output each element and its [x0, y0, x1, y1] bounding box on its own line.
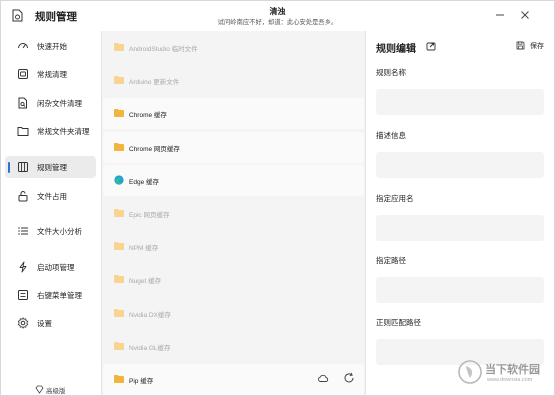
- description-label: 描述信息: [376, 131, 406, 140]
- sidebar-item-label: 闲杂文件清理: [37, 99, 82, 108]
- rule-label: NPM 缓存: [129, 245, 159, 253]
- rule-label: Nuget 缓存: [129, 278, 162, 286]
- rule-item[interactable]: Nuget 缓存: [103, 264, 364, 295]
- folder-icon: [114, 109, 124, 118]
- sidebar-item-rules[interactable]: 规则管理: [5, 156, 96, 178]
- list-icon: [18, 227, 28, 235]
- context-menu-icon: [18, 290, 28, 300]
- rule-label: Epic 网页缓存: [129, 212, 170, 219]
- rule-name-label: 规则名称: [376, 68, 406, 77]
- rule-label: Arduino 更新文件: [129, 79, 180, 87]
- close-button[interactable]: [518, 8, 532, 22]
- file-scan-icon: [18, 97, 27, 109]
- rules-grid-icon: [18, 162, 28, 172]
- rule-name-input[interactable]: [376, 89, 544, 115]
- sidebar-item-label: 右键菜单管理: [37, 291, 82, 300]
- sidebar-item-label: 文件大小分析: [37, 227, 82, 236]
- rule-item[interactable]: Edge 缓存: [103, 164, 364, 196]
- export-icon[interactable]: [426, 41, 436, 51]
- rule-label: Chrome 缓存: [129, 112, 167, 120]
- folder-icon: [114, 76, 124, 85]
- watermark-logo-icon: [458, 360, 482, 384]
- sidebar-item-label: 常规文件夹清理: [37, 127, 90, 136]
- save-label: 保存: [530, 43, 544, 50]
- save-icon: [516, 41, 525, 50]
- save-button[interactable]: 保存: [516, 40, 552, 52]
- rule-label: Pip 缓存: [129, 378, 154, 385]
- app-name-label: 指定应用名: [376, 194, 414, 203]
- rule-label: Nvidia GL缓存: [129, 344, 171, 352]
- rule-label: Edge 缓存: [129, 178, 159, 186]
- rule-item[interactable]: NPM 缓存: [103, 231, 364, 262]
- folder-icon: [17, 127, 29, 136]
- sidebar-item-regular-clean[interactable]: 常规清理: [5, 63, 96, 85]
- advanced-edition-label: 高级版: [46, 388, 66, 395]
- rule-item[interactable]: Chrome 缓存: [103, 98, 364, 130]
- rule-label: Nvidia DX缓存: [129, 311, 171, 319]
- folder-icon: [114, 209, 124, 217]
- lightning-icon: [19, 261, 27, 273]
- minimize-icon: [496, 14, 504, 16]
- rule-item[interactable]: AndroidStudio 临时文件: [103, 32, 364, 63]
- sidebar-item-context-menu[interactable]: 右键菜单管理: [5, 284, 96, 306]
- path-label: 指定路径: [376, 256, 406, 265]
- folder-icon: [114, 375, 124, 383]
- diamond-icon: [35, 385, 44, 394]
- sidebar-item-file-lock[interactable]: 文件占用: [5, 185, 96, 207]
- cloud-icon[interactable]: [317, 372, 329, 384]
- rule-label: Chrome 网页缓存: [129, 145, 180, 153]
- folder-icon: [114, 142, 124, 151]
- app-name-input[interactable]: [376, 215, 544, 241]
- edge-icon: [114, 175, 124, 185]
- broom-box-icon: [18, 69, 28, 79]
- sidebar-item-settings[interactable]: 设置: [5, 312, 96, 334]
- rule-item[interactable]: Nvidia DX缓存: [103, 298, 364, 329]
- sidebar-item-label: 启动项管理: [37, 263, 75, 272]
- sidebar-item-label: 常规清理: [37, 70, 67, 79]
- sidebar-item-folder-clean[interactable]: 常规文件夹清理: [5, 120, 96, 142]
- folder-icon: [114, 43, 124, 51]
- rule-item[interactable]: Epic 网页缓存: [103, 198, 364, 229]
- sidebar-item-label: 快速开始: [37, 42, 67, 51]
- app-slogan: 试问岭南应不好，却道：此心安处是吾乡。: [217, 19, 338, 26]
- lock-icon: [18, 191, 28, 202]
- description-input[interactable]: [376, 152, 544, 178]
- title-bar: 规则管理 清浊 试问岭南应不好，却道：此心安处是吾乡。: [1, 1, 554, 31]
- rule-item[interactable]: Nvidia GL缓存: [103, 331, 364, 362]
- gauge-icon: [18, 43, 28, 49]
- refresh-icon[interactable]: [343, 372, 355, 384]
- sidebar-item-size-analysis[interactable]: 文件大小分析: [5, 220, 96, 242]
- watermark: 当下软件园 www.downxia.com: [456, 357, 555, 391]
- app-name: 清浊: [269, 7, 286, 16]
- sidebar-item-quick-start[interactable]: 快速开始: [5, 35, 96, 57]
- regex-path-label: 正则匹配路径: [376, 318, 421, 327]
- rule-item[interactable]: Arduino 更新文件: [103, 65, 364, 96]
- advanced-edition-button[interactable]: 高级版: [1, 383, 101, 396]
- close-icon: [521, 11, 529, 19]
- watermark-text: 当下软件园: [485, 364, 540, 376]
- sidebar: 快速开始 常规清理 闲杂文件清理 常规文件夹清理 规则管理 文件占用 文件大小分…: [1, 31, 101, 395]
- sidebar-item-label: 设置: [37, 319, 52, 328]
- folder-icon: [114, 275, 124, 284]
- folder-icon: [114, 242, 124, 251]
- sidebar-item-label: 规则管理: [37, 163, 67, 172]
- editor-title: 规则编辑: [376, 44, 416, 55]
- rule-label: AndroidStudio 临时文件: [129, 46, 198, 53]
- sidebar-item-misc-files[interactable]: 闲杂文件清理: [5, 92, 96, 114]
- app-window: 规则管理 清浊 试问岭南应不好，却道：此心安处是吾乡。 快速开始 常规清理 闲杂…: [0, 0, 555, 396]
- sidebar-item-startup[interactable]: 启动项管理: [5, 256, 96, 278]
- path-input[interactable]: [376, 277, 544, 303]
- rule-item[interactable]: Chrome 网页缓存: [103, 131, 364, 163]
- rule-list: AndroidStudio 临时文件 Arduino 更新文件 Chrome 缓存 C…: [101, 31, 366, 395]
- folder-icon: [114, 308, 124, 317]
- gear-icon: [17, 317, 29, 329]
- sidebar-item-label: 文件占用: [37, 192, 67, 201]
- folder-icon: [114, 341, 124, 350]
- rule-editor: 规则编辑 保存 规则名称 描述信息 指定应用名 指定路径 正则匹配路径: [366, 31, 554, 395]
- watermark-url: www.downxia.com: [487, 377, 533, 383]
- minimize-button[interactable]: [493, 8, 507, 22]
